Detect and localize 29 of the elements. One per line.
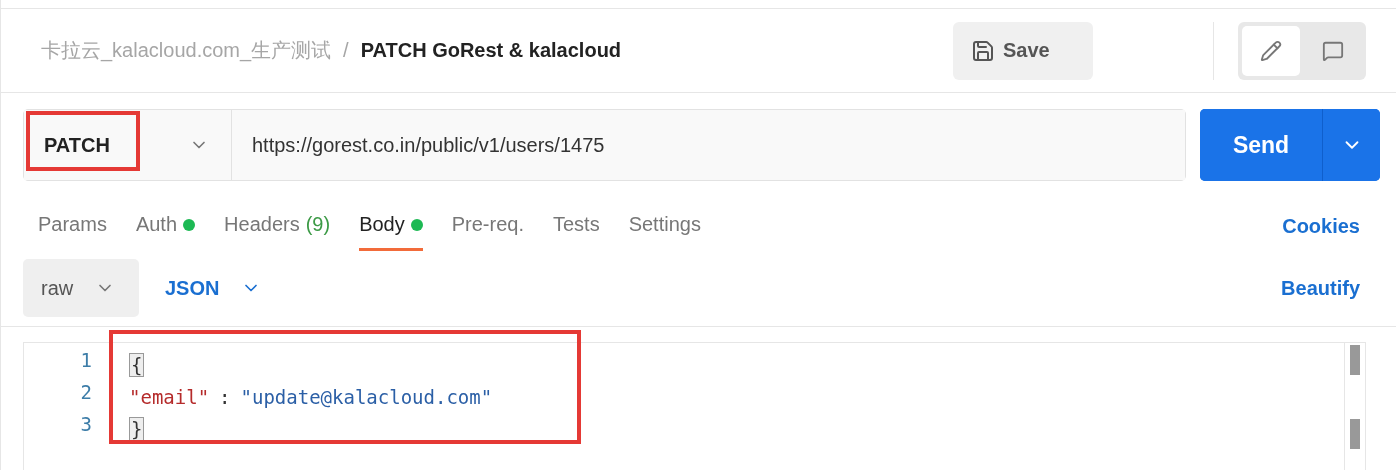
request-title: PATCH GoRest & kalacloud	[360, 39, 622, 62]
cookies-link[interactable]: Cookies	[1282, 214, 1360, 238]
code-token: "update@kalacloud.com"	[240, 386, 493, 408]
line-number: 2	[80, 381, 92, 405]
edit-button[interactable]	[1242, 25, 1300, 76]
method-dropdown[interactable]: PATCH	[24, 110, 232, 180]
code-token: :	[219, 386, 231, 408]
request-tab[interactable]: Pre-req.	[451, 201, 524, 251]
line-number: 1	[80, 349, 92, 373]
code-token: "email"	[129, 386, 210, 408]
beautify-link[interactable]: Beautify	[1281, 276, 1360, 300]
request-tab[interactable]: Headers (9)	[224, 201, 331, 251]
code-editor[interactable]: 1 2 3 { "email" : "update@kalacloud.com" }	[23, 342, 1366, 470]
save-button[interactable]: Save	[953, 21, 1093, 80]
request-tab[interactable]: Params	[38, 201, 107, 251]
tab-count: (9)	[305, 213, 331, 236]
request-tab[interactable]: Auth	[135, 201, 196, 251]
request-tab[interactable]: Body	[359, 201, 423, 251]
request-tab[interactable]: Settings	[628, 201, 701, 251]
breadcrumb-separator: /	[343, 39, 349, 62]
comment-icon	[1322, 39, 1344, 62]
pencil-icon	[1260, 39, 1282, 62]
save-icon	[971, 38, 995, 63]
line-number: 3	[80, 413, 92, 437]
code-brace: }	[129, 417, 145, 441]
request-tab[interactable]: Tests	[552, 201, 600, 251]
code-brace: {	[129, 353, 145, 377]
language-dropdown[interactable]: JSON	[159, 275, 268, 301]
body-mode-dropdown[interactable]: raw	[23, 259, 139, 317]
